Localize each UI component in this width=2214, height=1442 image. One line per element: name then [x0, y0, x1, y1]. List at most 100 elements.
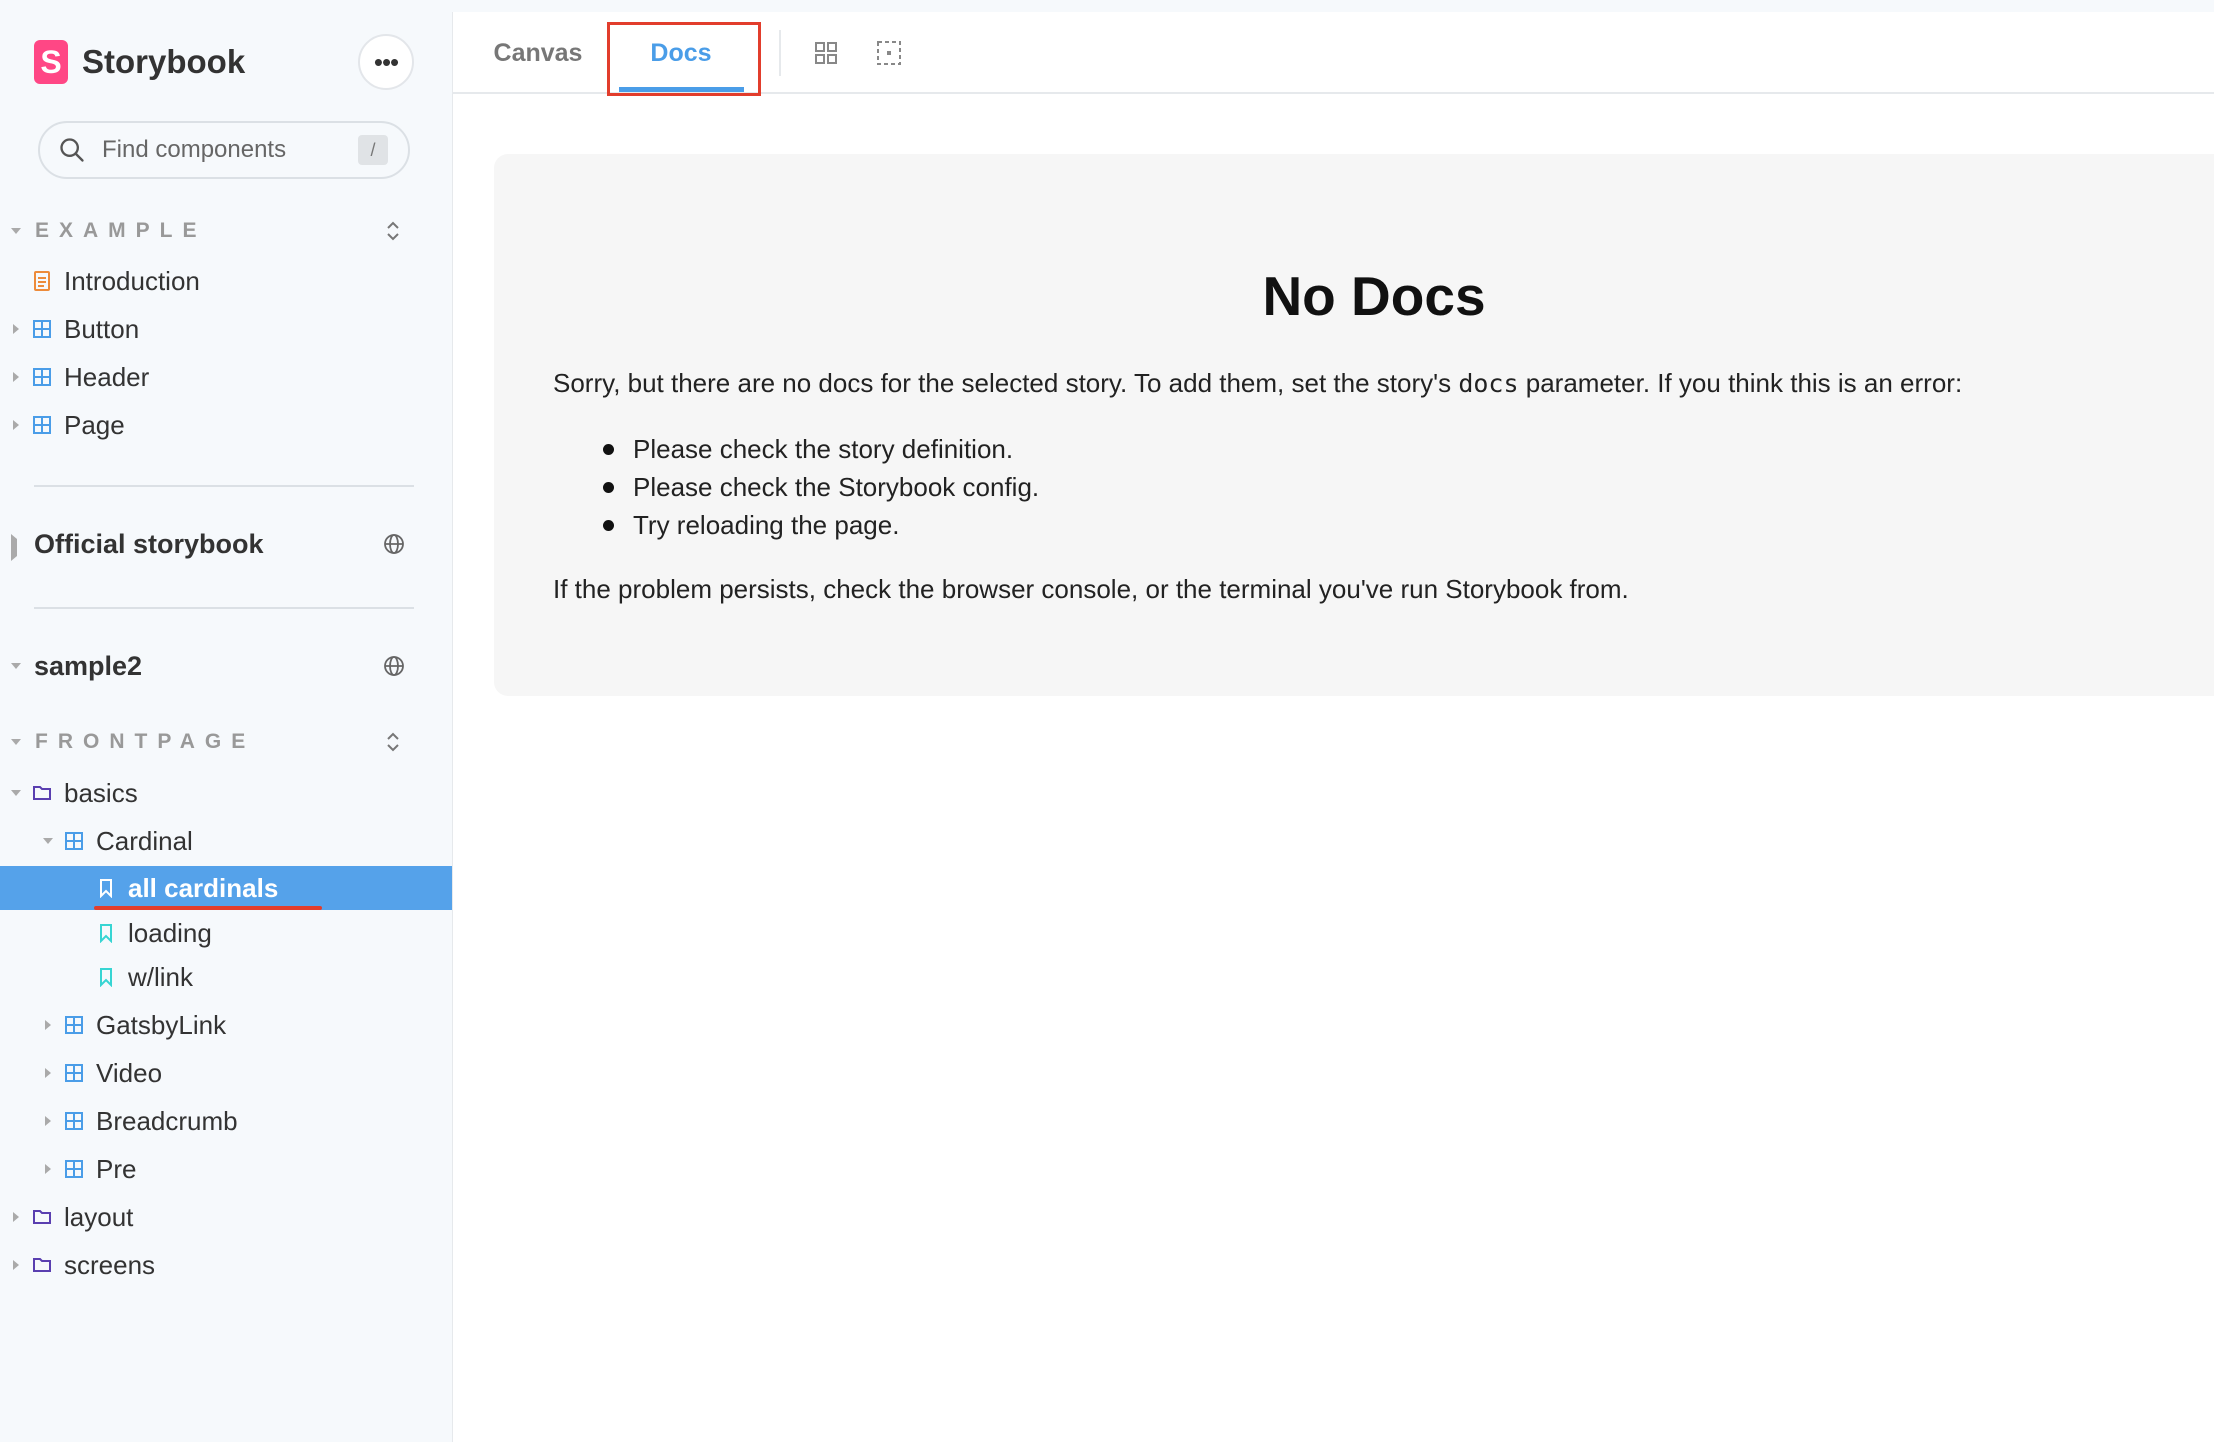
sidebar-item-cardinal[interactable]: Cardinal: [0, 819, 453, 863]
ellipsis-icon: •••: [373, 46, 399, 77]
sidebar-item-label: Page: [64, 409, 125, 440]
tab-canvas[interactable]: Canvas: [473, 12, 603, 94]
docs-card: No Docs Sorry, but there are no docs for…: [494, 154, 2214, 696]
sidebar-item-label: Video: [96, 1057, 163, 1088]
section-title: EXAMPLE: [35, 219, 207, 242]
component-icon: [65, 832, 83, 850]
caret-down-icon: [11, 663, 21, 669]
docs-title: No Docs: [1262, 265, 1486, 327]
sidebar-item-label: Cardinal: [96, 825, 193, 856]
sidebar-item-layout[interactable]: layout: [0, 1195, 453, 1239]
brand-name: Storybook: [82, 43, 246, 80]
divider: [34, 607, 414, 609]
component-icon: [33, 320, 51, 338]
caret-down-icon: [43, 838, 53, 844]
caret-right-icon: [45, 1164, 51, 1174]
sidebar-item-label: loading: [128, 917, 212, 948]
globe-icon[interactable]: [382, 532, 406, 556]
sidebar-item-video[interactable]: Video: [0, 1051, 453, 1095]
list-item-text: Please check the Storybook config.: [633, 472, 1040, 502]
caret-right-icon: [13, 1260, 19, 1270]
component-icon: [33, 416, 51, 434]
docs-intro-text: parameter. If you think this is an error…: [1518, 368, 1963, 398]
section-title: FRONTPAGE: [35, 730, 256, 753]
search-input[interactable]: Find components: [102, 136, 358, 164]
expand-collapse-icon[interactable]: [382, 729, 404, 755]
divider: [34, 485, 414, 487]
sidebar-item-label: GatsbyLink: [96, 1009, 227, 1040]
component-icon: [33, 368, 51, 386]
docs-intro-text: Sorry, but there are no docs for the sel…: [553, 368, 1459, 398]
search-shortcut-key: /: [358, 135, 388, 165]
bookmark-icon: [100, 879, 112, 898]
caret-right-icon: [11, 534, 17, 561]
grid-icon[interactable]: [812, 39, 840, 67]
sidebar-item-screens[interactable]: screens: [0, 1243, 453, 1287]
caret-right-icon: [45, 1068, 51, 1078]
bullet-icon: [603, 482, 614, 493]
expand-collapse-icon[interactable]: [382, 218, 404, 244]
sidebar-item-all-cardinals[interactable]: all cardinals: [0, 866, 453, 910]
bullet-icon: [603, 444, 614, 455]
list-item: Please check the story definition.: [553, 430, 1039, 468]
docs-footer: If the problem persists, check the brows…: [553, 574, 1629, 604]
list-item: Try reloading the page.: [553, 506, 1039, 544]
caret-down-icon: [11, 228, 21, 234]
divider: [779, 30, 781, 76]
folder-icon: [33, 1258, 51, 1272]
toolbar: Canvas Docs: [453, 12, 2214, 96]
sidebar-item-gatsbylink[interactable]: GatsbyLink: [0, 1003, 453, 1047]
sidebar-item-introduction[interactable]: Introduction: [0, 259, 453, 303]
sidebar-item-wlink[interactable]: w/link: [0, 955, 453, 999]
caret-right-icon: [45, 1020, 51, 1030]
sidebar-item-button[interactable]: Button: [0, 307, 453, 351]
selection-underline-annotation: [94, 906, 322, 910]
outline-icon[interactable]: [875, 39, 903, 67]
sidebar-item-basics[interactable]: basics: [0, 771, 453, 815]
caret-down-icon: [11, 739, 21, 745]
search-icon: [60, 138, 84, 162]
more-options-button[interactable]: •••: [358, 34, 414, 90]
caret-right-icon: [13, 324, 19, 334]
bullet-icon: [603, 520, 614, 531]
caret-right-icon: [13, 420, 19, 430]
sidebar-item-label: Pre: [96, 1153, 137, 1184]
caret-down-icon: [11, 790, 21, 796]
sidebar-item-label: Button: [64, 313, 140, 344]
sidebar-item-header[interactable]: Header: [0, 355, 453, 399]
docs-bullet-list: Please check the story definition. Pleas…: [553, 430, 1039, 544]
docs-intro: Sorry, but there are no docs for the sel…: [553, 364, 1962, 403]
sidebar-item-label: Header: [64, 361, 150, 392]
list-item: Please check the Storybook config.: [553, 468, 1039, 506]
bookmark-icon: [100, 924, 112, 943]
component-icon: [65, 1016, 83, 1034]
sidebar-item-page[interactable]: Page: [0, 403, 453, 447]
folder-icon: [33, 786, 51, 800]
brand[interactable]: S Storybook: [34, 40, 245, 84]
list-item-text: Try reloading the page.: [633, 510, 900, 540]
folder-icon: [33, 1210, 51, 1224]
sidebar-item-label: screens: [64, 1249, 156, 1280]
list-item-text: Please check the story definition.: [633, 434, 1014, 464]
component-icon: [65, 1064, 83, 1082]
ref-title: sample2: [34, 650, 143, 681]
section-example[interactable]: EXAMPLE: [0, 211, 453, 251]
sidebar-item-breadcrumb[interactable]: Breadcrumb: [0, 1099, 453, 1143]
ref-sample2[interactable]: sample2: [0, 644, 453, 688]
docs-code: docs: [1458, 369, 1519, 398]
ref-official-storybook[interactable]: Official storybook: [0, 522, 453, 566]
caret-right-icon: [45, 1116, 51, 1126]
search-box[interactable]: Find components /: [38, 121, 410, 179]
highlight-annotation-box: [607, 22, 761, 96]
sidebar-item-label: Introduction: [64, 265, 200, 296]
section-frontpage[interactable]: FRONTPAGE: [0, 722, 453, 762]
sidebar-item-label: basics: [64, 777, 138, 808]
main-panel: Canvas Docs No Docs Sorry, but there are…: [453, 12, 2214, 1442]
globe-icon[interactable]: [382, 654, 406, 678]
sidebar-item-label: Breadcrumb: [96, 1105, 238, 1136]
sidebar-item-label: all cardinals: [128, 872, 279, 903]
bookmark-icon: [100, 968, 112, 987]
sidebar-item-label: layout: [64, 1201, 134, 1232]
sidebar-item-pre[interactable]: Pre: [0, 1147, 453, 1191]
sidebar-item-loading[interactable]: loading: [0, 911, 453, 955]
